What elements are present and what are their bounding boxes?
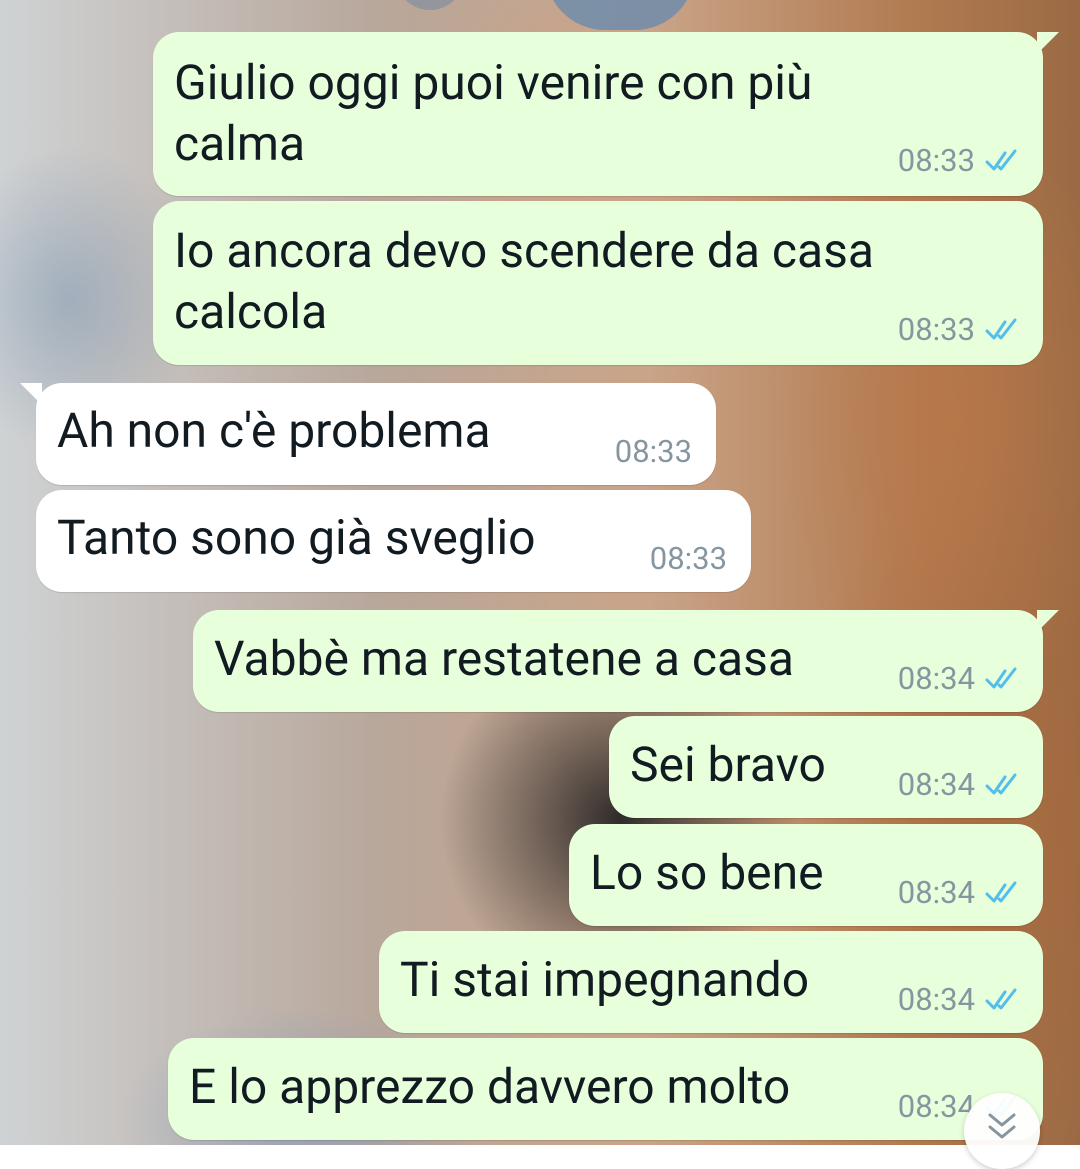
- message-time: 08:33: [897, 311, 975, 348]
- message-text: Lo so bene: [590, 844, 824, 901]
- message-meta: 08:34: [898, 981, 1023, 1018]
- double-check-icon: [985, 773, 1017, 794]
- message-time: 08:34: [897, 874, 975, 911]
- message-bubble-outgoing[interactable]: Vabbè ma restatene a casa 08:34: [193, 610, 1059, 712]
- message-meta: 08:33: [898, 311, 1023, 348]
- message-bubble-incoming[interactable]: Ah non c'è problema 08:33: [20, 383, 716, 485]
- message-text: Io ancora devo scendere da casa calcola: [174, 222, 874, 340]
- double-check-icon: [985, 881, 1017, 902]
- message-bubble-outgoing[interactable]: Sei bravo 08:34: [609, 716, 1043, 818]
- message-meta: 08:34: [898, 660, 1023, 697]
- chevron-double-down-icon: [988, 1113, 1016, 1139]
- message-text: Sei bravo: [630, 736, 826, 793]
- message-time: 08:34: [897, 981, 975, 1018]
- message-bubble-outgoing[interactable]: E lo apprezzo davvero molto 08:34: [168, 1038, 1043, 1140]
- message-text: Tanto sono già sveglio: [57, 509, 536, 566]
- message-bubble-outgoing[interactable]: Giulio oggi puoi venire con più calma 08…: [153, 32, 1059, 196]
- message-text: Vabbè ma restatene a casa: [214, 630, 794, 687]
- message-meta: 08:33: [898, 142, 1023, 179]
- message-meta: 08:33: [650, 540, 727, 577]
- message-text: E lo apprezzo davvero molto: [189, 1058, 791, 1115]
- scroll-to-bottom-button[interactable]: [964, 1093, 1040, 1169]
- message-text: Ti stai impegnando: [400, 951, 810, 1008]
- message-text: Giulio oggi puoi venire con più calma: [174, 54, 813, 172]
- double-check-icon: [985, 149, 1017, 170]
- double-check-icon: [985, 988, 1017, 1009]
- message-time: 08:34: [897, 660, 975, 697]
- message-time: 08:33: [614, 433, 692, 470]
- message-text: Ah non c'è problema: [57, 402, 491, 459]
- message-bubble-outgoing[interactable]: Lo so bene 08:34: [569, 824, 1043, 926]
- double-check-icon: [985, 667, 1017, 688]
- message-meta: 08:34: [898, 766, 1023, 803]
- double-check-icon: [985, 318, 1017, 339]
- message-meta: 08:34: [898, 874, 1023, 911]
- message-time: 08:33: [649, 540, 727, 577]
- message-time: 08:34: [897, 1088, 975, 1125]
- message-meta: 08:33: [615, 433, 692, 470]
- message-bubble-outgoing[interactable]: Ti stai impegnando 08:34: [379, 931, 1043, 1033]
- message-bubble-incoming[interactable]: Tanto sono già sveglio 08:33: [36, 490, 751, 592]
- message-bubble-outgoing[interactable]: Io ancora devo scendere da casa calcola …: [153, 201, 1043, 365]
- message-time: 08:34: [897, 766, 975, 803]
- message-time: 08:33: [897, 142, 975, 179]
